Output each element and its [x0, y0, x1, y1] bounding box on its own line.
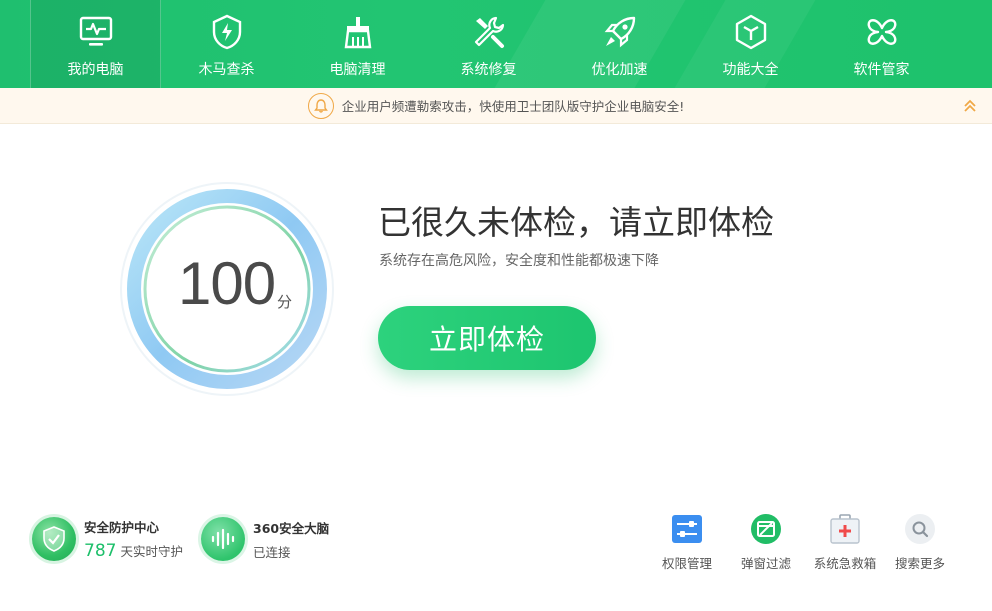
page-title: 已很久未体检，请立即体检	[378, 203, 774, 242]
tool-popup-filter[interactable]: 弹窗过滤	[726, 512, 806, 572]
tool-permission-manager[interactable]: 权限管理	[647, 512, 727, 572]
nav-tab-optimize[interactable]: 优化加速	[554, 0, 685, 88]
nav-tab-all-features[interactable]: 功能大全	[685, 0, 816, 88]
nav-tab-software-manager[interactable]: 软件管家	[816, 0, 947, 88]
monitor-icon	[78, 14, 114, 50]
start-checkup-button[interactable]: 立即体检	[378, 306, 596, 370]
tool-label: 权限管理	[661, 556, 712, 571]
tool-first-aid-kit[interactable]: 系统急救箱	[805, 512, 885, 572]
broom-icon	[340, 14, 376, 50]
tool-label: 系统急救箱	[813, 556, 877, 571]
first-aid-icon	[828, 512, 862, 546]
shield-check-icon	[32, 517, 76, 561]
search-icon	[903, 512, 937, 546]
nav-tab-system-repair[interactable]: 系统修复	[423, 0, 554, 88]
clover-icon	[864, 14, 900, 50]
rocket-icon	[602, 14, 638, 50]
nav-tab-my-computer[interactable]: 我的电脑	[30, 0, 161, 88]
security-brain-title: 360安全大脑	[253, 520, 330, 536]
nav-tab-label: 木马查杀	[198, 62, 255, 78]
nav-tab-trojan-scan[interactable]: 木马查杀	[161, 0, 292, 88]
nav-tab-cleanup[interactable]: 电脑清理	[292, 0, 423, 88]
score-unit: 分	[277, 293, 293, 311]
notice-bar[interactable]: 企业用户频遭勒索攻击，快使用卫士团队版守护企业电脑安全!	[0, 88, 992, 124]
page-subtitle: 系统存在高危风险，安全度和性能都极速下降	[379, 253, 659, 269]
tool-label: 弹窗过滤	[740, 556, 791, 571]
protection-center-title: 安全防护中心	[84, 520, 160, 535]
tool-search-more[interactable]: 搜索更多	[880, 512, 960, 572]
shield-bolt-icon	[209, 14, 245, 50]
top-nav-bar: 我的电脑 木马查杀 电脑清理 系统修复 优化加速 功能大全 软件管家	[0, 0, 992, 88]
double-chevron-up-icon[interactable]	[960, 96, 980, 116]
nav-tab-label: 电脑清理	[329, 62, 386, 78]
popup-block-icon	[749, 512, 783, 546]
wrench-icon	[471, 14, 507, 50]
notice-text: 企业用户频遭勒索攻击，快使用卫士团队版守护企业电脑安全!	[341, 99, 685, 114]
tool-label: 搜索更多	[894, 556, 945, 571]
waveform-icon	[201, 517, 245, 561]
sliders-icon	[670, 512, 704, 546]
nav-tab-label: 优化加速	[591, 62, 648, 78]
nav-tab-label: 系统修复	[460, 62, 517, 78]
security-brain[interactable]: 360安全大脑 已连接	[201, 517, 329, 561]
nav-tab-label: 软件管家	[853, 62, 910, 78]
nav-tab-label: 我的电脑	[67, 62, 124, 78]
nav-tab-label: 功能大全	[722, 62, 779, 78]
protection-days-count: 787	[84, 541, 117, 561]
protection-center[interactable]: 安全防护中心 787 天实时守护	[32, 517, 183, 561]
cube-icon	[733, 14, 769, 50]
bell-icon	[307, 92, 334, 119]
protection-days-label: 天实时守护	[120, 544, 183, 559]
security-brain-status: 已连接	[253, 544, 291, 560]
score-value: 100	[178, 250, 276, 317]
